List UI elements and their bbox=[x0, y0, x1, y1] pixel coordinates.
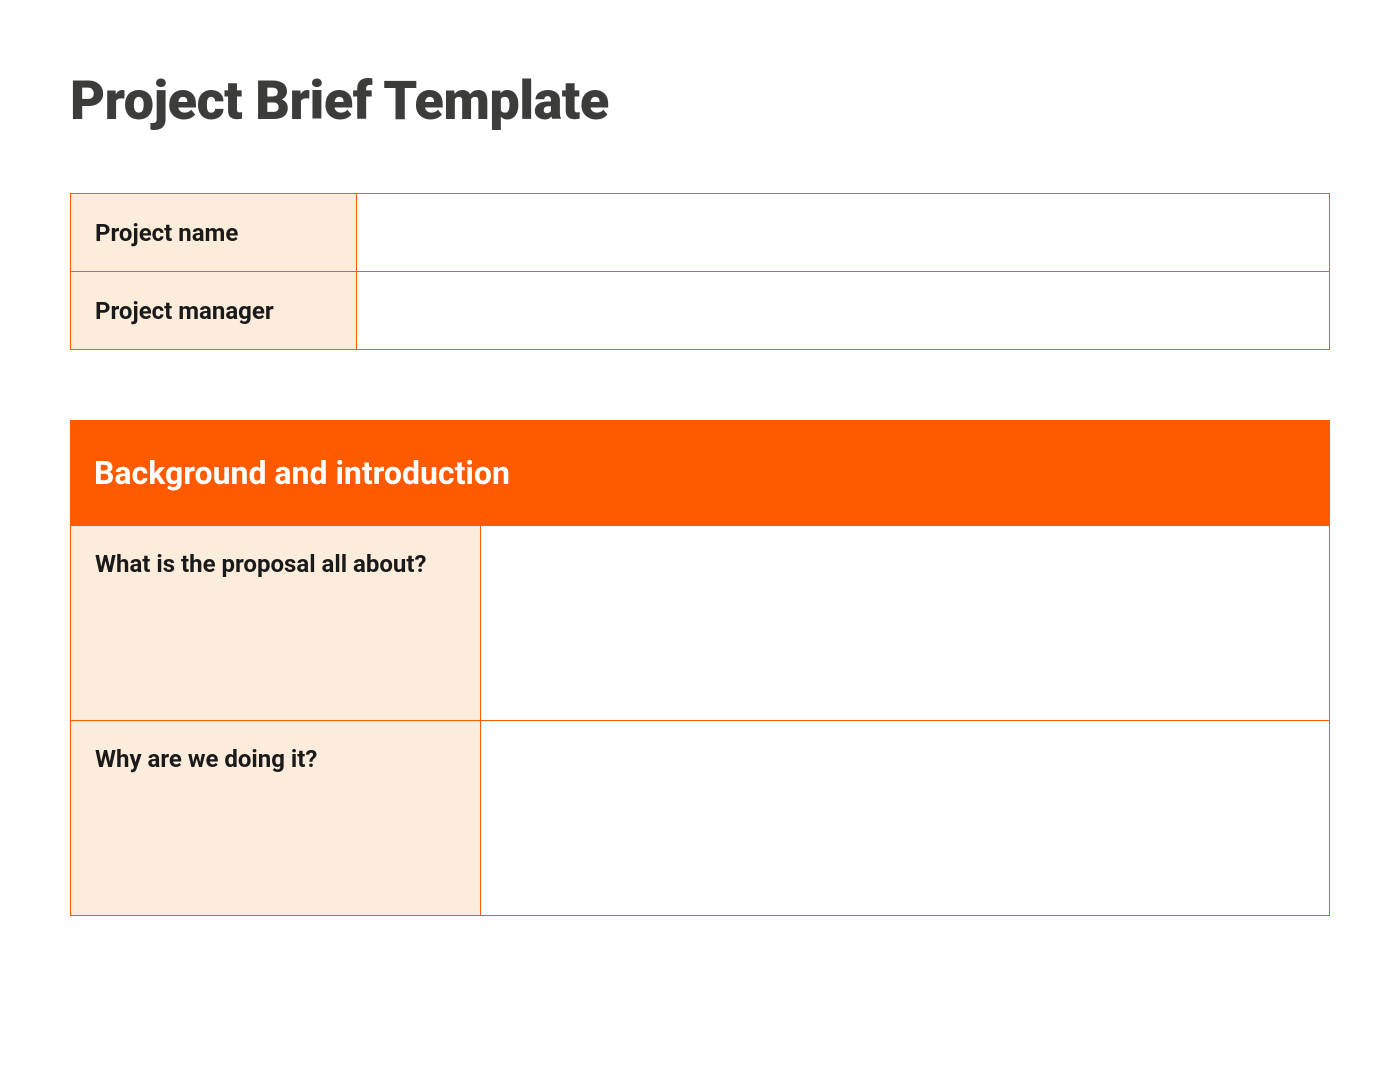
project-name-value[interactable] bbox=[357, 194, 1330, 272]
table-row: What is the proposal all about? bbox=[71, 526, 1330, 721]
table-row: Why are we doing it? bbox=[71, 721, 1330, 916]
project-manager-value[interactable] bbox=[357, 272, 1330, 350]
project-manager-label: Project manager bbox=[71, 272, 357, 350]
project-name-label: Project name bbox=[71, 194, 357, 272]
table-row: Project name bbox=[71, 194, 1330, 272]
table-row: Project manager bbox=[71, 272, 1330, 350]
section-heading: Background and introduction bbox=[70, 420, 1330, 525]
question-why: Why are we doing it? bbox=[71, 721, 481, 916]
section-table: What is the proposal all about? Why are … bbox=[70, 525, 1330, 916]
question-proposal: What is the proposal all about? bbox=[71, 526, 481, 721]
answer-why[interactable] bbox=[481, 721, 1330, 916]
meta-table: Project name Project manager bbox=[70, 193, 1330, 350]
page-title: Project Brief Template bbox=[70, 70, 1400, 133]
answer-proposal[interactable] bbox=[481, 526, 1330, 721]
